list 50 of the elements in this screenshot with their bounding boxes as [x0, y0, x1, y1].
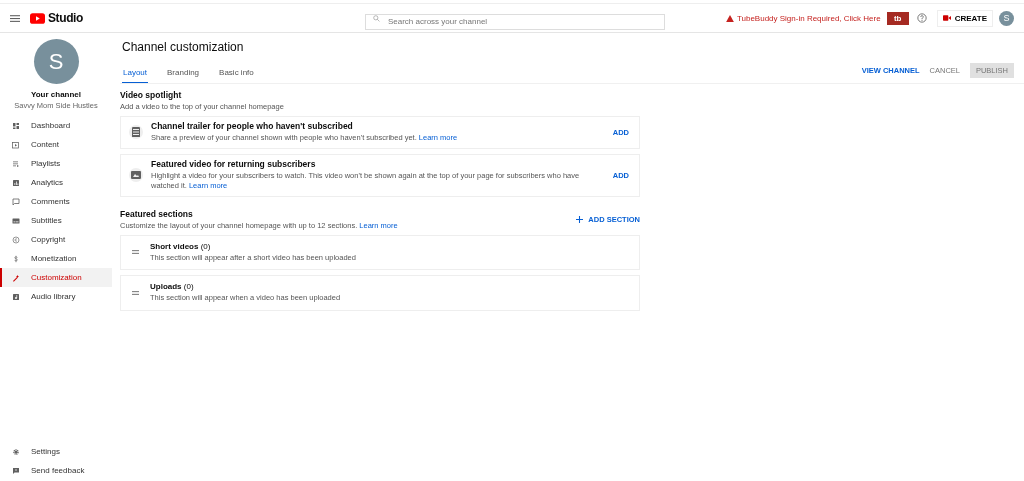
card-title: Channel trailer for people who haven't subscribed — [151, 121, 354, 131]
tab[interactable]: Basic info — [218, 68, 255, 83]
nav-icon — [12, 178, 20, 187]
sidebar-item[interactable]: Subtitles — [0, 211, 112, 230]
sidebar-item[interactable]: Analytics — [0, 173, 112, 192]
featured-video-icon — [129, 168, 143, 182]
nav-icon — [12, 466, 20, 475]
studio-logo-text: Studio — [48, 11, 83, 25]
nav-icon — [12, 292, 20, 301]
tab[interactable]: Branding — [166, 68, 201, 83]
nav-icon — [12, 235, 20, 244]
sidebar-item[interactable]: Playlists — [0, 154, 112, 173]
sidebar-item[interactable]: Copyright — [0, 230, 112, 249]
nav-icon — [12, 273, 20, 282]
help-icon[interactable] — [916, 13, 927, 23]
nav-icon — [12, 121, 20, 130]
tubebuddy-warning-link[interactable]: TubeBuddy Sign-in Required, Click Here — [736, 13, 881, 23]
sidebar-item[interactable]: Dashboard — [0, 116, 112, 135]
section-card-title: Short videos (0) — [150, 241, 212, 251]
plus-icon — [576, 215, 584, 223]
sidebar-item[interactable]: Audio library — [0, 287, 112, 306]
drag-handle-icon[interactable] — [132, 290, 139, 295]
sidebar-item[interactable]: Send feedback — [0, 461, 112, 480]
sidebar-item[interactable]: Customization — [0, 268, 112, 287]
page-title: Channel customization — [122, 40, 245, 54]
film-icon — [129, 125, 143, 140]
play-logo-icon — [30, 12, 45, 24]
search-field[interactable]: Search across your channel — [364, 13, 665, 30]
sidebar-item[interactable]: Comments — [0, 192, 112, 211]
sidebar-item[interactable]: Monetization — [0, 249, 112, 268]
menu-icon[interactable] — [10, 13, 20, 23]
nav-icon — [12, 447, 20, 456]
search-icon — [372, 15, 380, 22]
nav-icon — [12, 254, 20, 263]
video-camera-icon — [942, 15, 951, 21]
drag-handle-icon[interactable] — [132, 250, 139, 255]
nav-icon — [12, 216, 20, 225]
section-title: Featured sections — [120, 208, 194, 219]
nav-icon — [12, 197, 20, 206]
tubebuddy-button[interactable]: tb — [886, 11, 909, 25]
section-card-title: Uploads (0) — [150, 282, 195, 291]
card-title: Featured video for returning subscribers — [151, 158, 317, 169]
sidebar-item[interactable]: Settings — [0, 442, 112, 461]
warning-icon — [725, 14, 734, 22]
create-button[interactable]: CREATE — [936, 9, 993, 27]
section-title: Video spotlight — [120, 90, 183, 100]
channel-title: Your channel — [30, 90, 82, 99]
sidebar-item[interactable]: Content — [0, 135, 112, 154]
nav-icon — [12, 140, 20, 149]
tab[interactable]: Layout — [122, 68, 149, 83]
